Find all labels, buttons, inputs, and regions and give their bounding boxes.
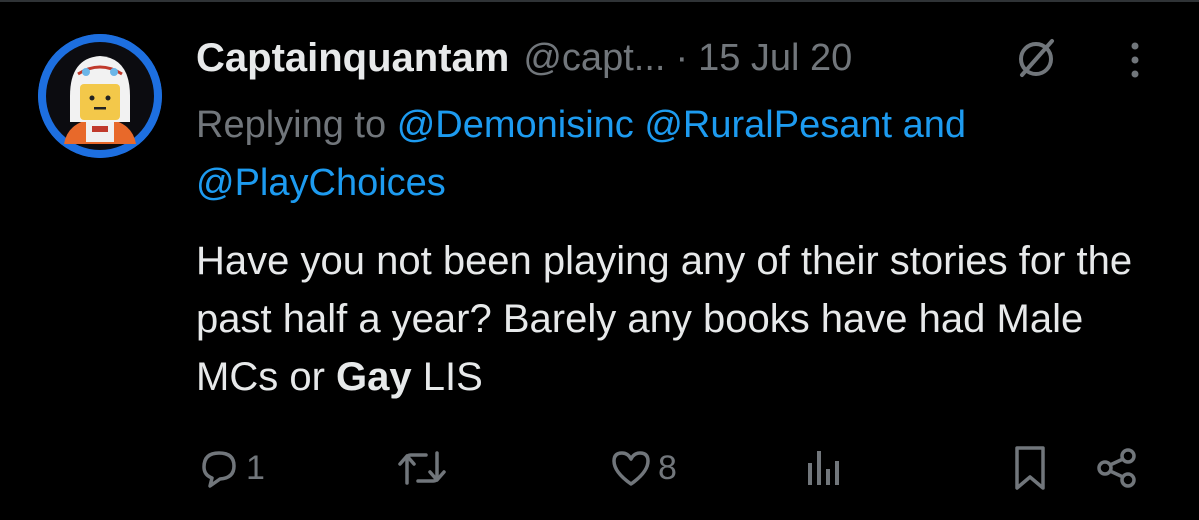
reply-button[interactable]: 1: [196, 440, 265, 496]
mention-link[interactable]: @PlayChoices: [196, 162, 446, 204]
views-button[interactable]: [804, 440, 844, 496]
top-divider: [0, 0, 1199, 2]
tweet-date[interactable]: 15 Jul 20: [698, 37, 852, 80]
retweet-button[interactable]: [396, 440, 452, 496]
mention-link[interactable]: @RuralPesant: [644, 104, 892, 146]
retweet-arrows-icon: [396, 445, 448, 491]
bar-chart-icon: [804, 445, 844, 491]
tweet-text-part: LIS: [422, 355, 483, 399]
reply-count: 1: [246, 448, 265, 487]
bookmark-button[interactable]: [1010, 440, 1050, 496]
no-add-circle-slash-icon: [1012, 34, 1060, 82]
user-handle[interactable]: @capt...: [523, 37, 665, 80]
like-count: 8: [658, 448, 677, 487]
display-name[interactable]: Captainquantam: [196, 36, 509, 81]
speech-bubble-icon: [196, 445, 242, 491]
avatar[interactable]: [38, 34, 162, 158]
more-options-icon[interactable]: [1118, 38, 1152, 86]
mention-and: and: [902, 104, 966, 146]
reply-prefix: Replying to: [196, 104, 387, 146]
mention-link[interactable]: @Demonisinc: [397, 104, 634, 146]
share-button[interactable]: [1094, 440, 1140, 496]
tweet-text-bold: Gay: [336, 355, 412, 399]
bookmark-icon: [1010, 443, 1050, 493]
tweet-text: Have you not been playing any of their s…: [196, 232, 1176, 406]
action-bar: 1 8: [0, 440, 1199, 496]
separator-dot: ·: [675, 36, 689, 79]
replying-to-line: Replying to @Demonisinc @RuralPesant and…: [196, 96, 1186, 212]
heart-icon: [608, 445, 654, 491]
like-button[interactable]: 8: [608, 440, 677, 496]
share-nodes-icon: [1094, 445, 1140, 491]
